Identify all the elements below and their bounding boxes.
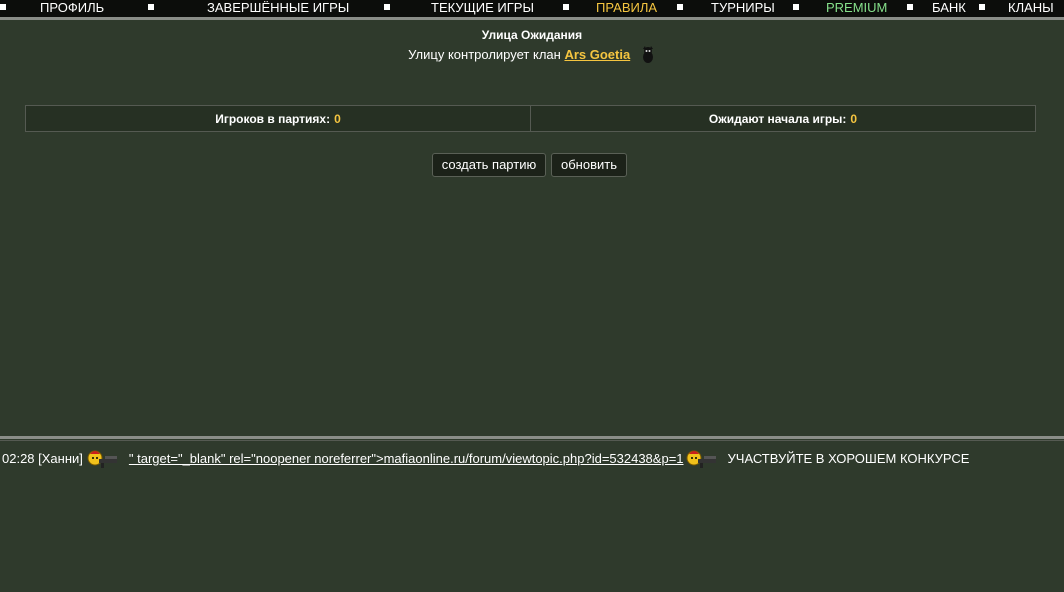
create-game-button[interactable]: создать партию <box>432 153 546 177</box>
page-title: Улица Ожидания <box>481 28 583 42</box>
clan-control-label: Улицу контролирует клан <box>408 47 561 62</box>
nav-item-current-games[interactable]: ТЕКУЩИЕ ИГРЫ <box>431 0 534 16</box>
chat-divider <box>0 436 1064 439</box>
players-in-games-cell: Игроков в партиях: 0 <box>26 106 530 131</box>
nav-separator <box>384 4 390 10</box>
waiting-games-label: Ожидают начала игры: <box>708 111 847 126</box>
nav-item-profile[interactable]: ПРОФИЛЬ <box>40 0 104 16</box>
clan-emblem-icon <box>640 46 656 64</box>
nav-separator <box>0 4 6 10</box>
clan-control-line: Улицу контролирует клан Ars Goetia <box>0 46 1064 64</box>
clan-link[interactable]: Ars Goetia <box>564 47 630 62</box>
nav-separator <box>563 4 569 10</box>
top-divider <box>0 17 1064 20</box>
nav-item-bank[interactable]: БАНК <box>932 0 966 16</box>
waiting-games-cell: Ожидают начала игры: 0 <box>530 106 1035 131</box>
chat-message: 02:28 [Ханни] " target="_blank" rel="noo… <box>2 446 969 472</box>
waiting-games-count: 0 <box>850 111 858 126</box>
nav-item-tournaments[interactable]: ТУРНИРЫ <box>711 0 775 16</box>
refresh-button[interactable]: обновить <box>551 153 627 177</box>
nav-separator <box>979 4 985 10</box>
stats-bar: Игроков в партиях: 0 Ожидают начала игры… <box>25 105 1036 132</box>
chat-message-text: УЧАСТВУЙТЕ В ХОРОШЕМ КОНКУРСЕ <box>727 451 970 466</box>
chat-time-user: 02:28 [Ханни] <box>2 451 83 466</box>
nav-item-rules[interactable]: ПРАВИЛА <box>596 0 657 16</box>
smiley-gun-icon <box>87 448 121 470</box>
nav-item-premium[interactable]: PREMIUM <box>826 0 887 16</box>
top-nav: ПРОФИЛЬ ЗАВЕРШЁННЫЕ ИГРЫ ТЕКУЩИЕ ИГРЫ ПР… <box>0 0 1064 17</box>
players-in-games-count: 0 <box>334 111 341 126</box>
players-in-games-label: Игроков в партиях: <box>215 111 331 126</box>
chat-divider-shadow <box>0 440 1064 441</box>
nav-separator <box>793 4 799 10</box>
nav-item-finished-games[interactable]: ЗАВЕРШЁННЫЕ ИГРЫ <box>207 0 349 16</box>
nav-item-clans[interactable]: КЛАНЫ <box>1008 0 1054 16</box>
nav-separator <box>907 4 913 10</box>
smiley-gun-icon <box>686 448 720 470</box>
nav-separator <box>677 4 683 10</box>
chat-link[interactable]: " target="_blank" rel="noopener noreferr… <box>129 446 684 472</box>
nav-separator <box>148 4 154 10</box>
